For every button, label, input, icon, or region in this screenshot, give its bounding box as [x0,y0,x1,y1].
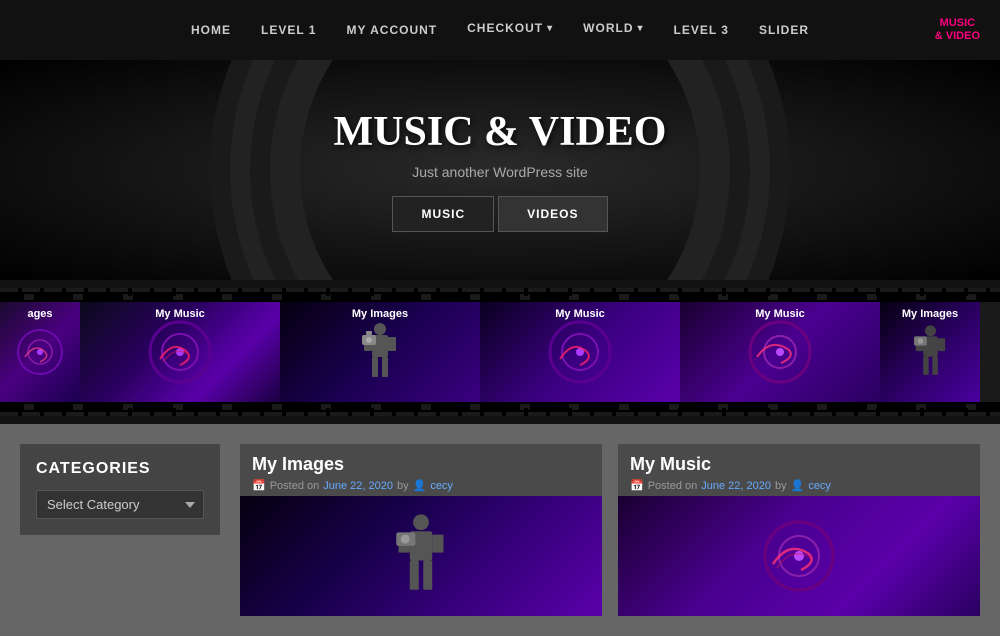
filmstrip-item-3[interactable]: My Music [480,302,680,402]
filmstrip-label-3: My Music [480,308,680,320]
categories-widget: Categories Select Category Music Images … [20,444,220,535]
videos-button[interactable]: VIDEOS [498,196,607,232]
filmstrip-perforations-top [0,292,1000,302]
post-thumbnail-1 [618,496,980,616]
post-title-0[interactable]: My Images [252,454,590,475]
nav-level3[interactable]: LEVEL 3 [674,21,729,39]
post-card-inner-0: My Images 📅 Posted on June 22, 2020 by 👤… [240,444,602,616]
nav-checkout[interactable]: CHECKOUT [467,21,553,39]
nav-myaccount[interactable]: MY ACCOUNT [346,21,437,39]
post-header-0: My Images 📅 Posted on June 22, 2020 by 👤… [240,444,602,496]
by-label-0: by [397,480,409,492]
main-content: Categories Select Category Music Images … [0,424,1000,636]
hero-section: MUSIC & VIDEO Just another WordPress sit… [0,60,1000,280]
filmstrip-item-5[interactable]: My Images [880,302,980,402]
nav-slider[interactable]: SLIDER [759,21,809,39]
photographer-icon-2 [350,317,410,387]
nav-world[interactable]: WORLD [583,21,643,39]
post-card-0: My Images 📅 Posted on June 22, 2020 by 👤… [240,444,602,616]
post-title-1[interactable]: My Music [630,454,968,475]
photographer-thumb-0 [381,511,461,601]
nav-level3-link[interactable]: LEVEL 3 [674,23,729,37]
post-meta-1: 📅 Posted on June 22, 2020 by 👤 cecy [630,479,968,492]
post-card-inner-1: My Music 📅 Posted on June 22, 2020 by 👤 … [618,444,980,616]
dj-icon-0 [15,327,65,377]
main-nav: HOME LEVEL 1 MY ACCOUNT CHECKOUT WORLD L… [0,0,1000,60]
post-thumb-bg-0 [240,496,602,616]
filmstrip-section: ages My Music [0,280,1000,424]
filmstrip-inner: ages My Music [0,302,1000,402]
author-link-0[interactable]: cecy [430,480,453,492]
post-header-1: My Music 📅 Posted on June 22, 2020 by 👤 … [618,444,980,496]
filmstrip-label-0: ages [0,308,80,320]
calendar-icon-1: 📅 [630,479,644,492]
music-thumb-1 [759,516,839,596]
post-card-1: My Music 📅 Posted on June 22, 2020 by 👤 … [618,444,980,616]
nav-level1-link[interactable]: LEVEL 1 [261,23,316,37]
calendar-icon-0: 📅 [252,479,266,492]
filmstrip-item-0[interactable]: ages [0,302,80,402]
nav-myaccount-link[interactable]: MY ACCOUNT [346,23,437,37]
filmstrip-label-4: My Music [680,308,880,320]
hero-title: MUSIC & VIDEO [334,108,667,156]
music-button[interactable]: MUSIC [392,196,494,232]
sidebar: Categories Select Category Music Images … [20,444,220,616]
nav-world-dropdown: WORLD [583,21,643,35]
dj-icon-3 [545,317,615,387]
nav-level1[interactable]: LEVEL 1 [261,21,316,39]
nav-world-link[interactable]: WORLD [583,21,643,35]
post-meta-0: 📅 Posted on June 22, 2020 by 👤 cecy [252,479,590,492]
categories-title: Categories [36,460,204,478]
dj-icon-1 [145,317,215,387]
posted-on-label-1: Posted on [648,480,698,492]
author-icon-0: 👤 [413,479,427,492]
category-select[interactable]: Select Category Music Images Videos [36,490,204,519]
post-date-link-1[interactable]: June 22, 2020 [701,480,771,492]
filmstrip-label-5: My Images [880,308,980,320]
nav-home[interactable]: HOME [191,21,231,39]
dj-icon-4 [745,317,815,387]
filmstrip-label-2: My Images [280,308,480,320]
nav-home-link[interactable]: HOME [191,23,231,37]
post-thumbnail-0 [240,496,602,616]
nav-checkout-link[interactable]: CHECKOUT [467,21,553,35]
hero-subtitle: Just another WordPress site [334,164,667,180]
nav-checkout-dropdown: CHECKOUT [467,21,553,35]
site-logo: MUSIC & VIDEO [935,17,980,43]
by-label-1: by [775,480,787,492]
photographer-icon-5 [903,317,958,387]
hero-buttons: MUSIC VIDEOS [334,196,667,232]
hero-content: MUSIC & VIDEO Just another WordPress sit… [334,108,667,232]
nav-links: HOME LEVEL 1 MY ACCOUNT CHECKOUT WORLD L… [191,21,809,39]
filmstrip-label-1: My Music [80,308,280,320]
nav-slider-link[interactable]: SLIDER [759,23,809,37]
filmstrip-item-4[interactable]: My Music [680,302,880,402]
filmstrip-item-1[interactable]: My Music [80,302,280,402]
posts-area: My Images 📅 Posted on June 22, 2020 by 👤… [240,444,980,616]
posted-on-label-0: Posted on [270,480,320,492]
author-icon-1: 👤 [791,479,805,492]
author-link-1[interactable]: cecy [808,480,831,492]
post-date-link-0[interactable]: June 22, 2020 [323,480,393,492]
post-thumb-bg-1 [618,496,980,616]
filmstrip-perforations-bottom [0,402,1000,412]
filmstrip-item-2[interactable]: My Images [280,302,480,402]
